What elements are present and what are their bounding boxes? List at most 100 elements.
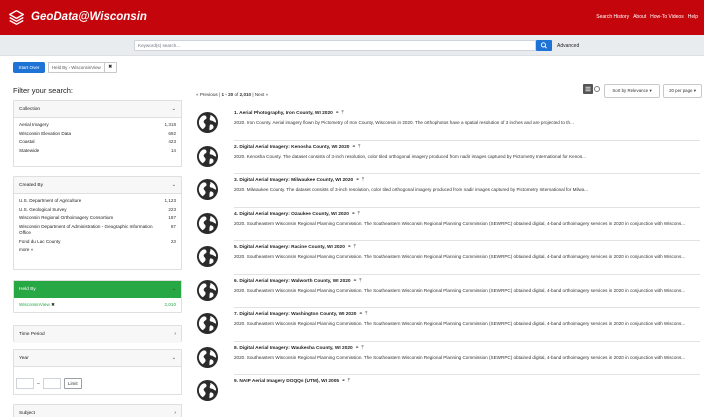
- globe-icon: [196, 178, 219, 201]
- result-title[interactable]: 4. Digital Aerial Imagery: Ozaukee Count…: [234, 212, 360, 218]
- facet-title: Year: [19, 356, 29, 361]
- facet-subject[interactable]: Subject ›: [13, 404, 182, 417]
- facet-header-time-period[interactable]: Time Period ›: [14, 326, 181, 343]
- facet-title: Subject: [19, 411, 35, 416]
- nav-search-history[interactable]: Search History: [596, 14, 629, 21]
- map-view-icon[interactable]: [594, 86, 600, 92]
- download-icon: ⤒: [360, 345, 364, 351]
- result-description: 2020. Iron County. Aerial imagery flown …: [234, 120, 574, 125]
- facet-header-subject[interactable]: Subject ›: [14, 405, 181, 417]
- nav-help[interactable]: Help: [688, 14, 698, 21]
- globe-icon: [196, 245, 219, 268]
- list-item: 1. Aerial Photography, Iron County, WI 2…: [196, 107, 704, 141]
- list-item: 7. Digital Aerial Imagery: Washington Co…: [196, 308, 704, 342]
- download-icon: ⤒: [340, 111, 344, 116]
- applied-constraints: Start Over Held By › WisconsinView ✖: [13, 62, 117, 73]
- facet-item-selected[interactable]: WisconsinView ✖ 2,010: [19, 302, 176, 311]
- remove-facet-icon[interactable]: ✖: [51, 302, 55, 307]
- globe-icon: [196, 312, 219, 335]
- result-description: 2020. Southeastern Wisconsin Regional Pl…: [234, 321, 686, 326]
- facet-title: Held By: [19, 287, 36, 292]
- download-icon: ⤒: [357, 278, 362, 284]
- public-icon: ⚭: [350, 144, 356, 150]
- public-icon: ⚭: [345, 245, 352, 250]
- more-link[interactable]: more »: [19, 247, 176, 255]
- result-title[interactable]: 6. Digital Aerial Imagery: Walworth Coun…: [234, 279, 361, 285]
- previous-link[interactable]: « Previous: [196, 92, 218, 97]
- list-item: 9. NAIP Aerial Imagery DOQQs (UTM), WI 2…: [196, 375, 704, 409]
- nav-how-to-videos[interactable]: How-To Videos: [650, 14, 684, 21]
- sidebar-title: Filter your search:: [13, 86, 74, 95]
- facet-header-created-by[interactable]: Created By ⌄: [14, 177, 181, 194]
- list-view-icon[interactable]: [583, 84, 593, 94]
- layers-icon[interactable]: [8, 9, 25, 26]
- year-end-input[interactable]: [42, 378, 61, 389]
- constraint-label[interactable]: Held By › WisconsinView: [49, 63, 105, 72]
- list-item: 2. Digital Aerial Imagery: Kenosha Count…: [196, 141, 704, 174]
- result-title[interactable]: 9. NAIP Aerial Imagery DOQQs (UTM), WI 2…: [234, 379, 350, 385]
- result-title[interactable]: 7. Digital Aerial Imagery: Washington Co…: [234, 312, 367, 318]
- facet-title: Collection: [19, 107, 41, 112]
- facet-year: Year ⌄ – Limit: [13, 349, 182, 395]
- facet-item[interactable]: Fond du Lac County 23: [19, 239, 176, 248]
- result-title[interactable]: 3. Digital Aerial Imagery: Milwaukee Cou…: [234, 178, 364, 184]
- public-icon: ⚭: [349, 211, 356, 217]
- result-description: 2020. Kenosha County. The dataset consis…: [234, 153, 586, 159]
- result-title[interactable]: 1. Aerial Photography, Iron County, WI 2…: [234, 111, 344, 117]
- next-link[interactable]: Next »: [255, 92, 268, 97]
- globe-icon: [196, 212, 219, 234]
- facet-item[interactable]: Wisconsin Regional Orthoimagery Consorti…: [19, 215, 176, 224]
- chevron-down-icon: ⌄: [171, 106, 176, 112]
- chevron-down-icon: ⌄: [171, 182, 176, 188]
- top-navbar: GeoData@Wisconsin Search History About H…: [0, 0, 704, 35]
- per-page-dropdown[interactable]: 20 per page ▾: [663, 84, 702, 98]
- public-icon: ⚭: [340, 379, 346, 384]
- facet-header-collection[interactable]: Collection ⌄: [14, 101, 181, 118]
- facet-header-held-by[interactable]: Held By ⌄: [14, 281, 181, 298]
- chevron-down-icon: ⌄: [171, 355, 176, 361]
- globe-icon: [196, 111, 219, 134]
- facet-item[interactable]: Aerial Imagery 1,318: [19, 122, 176, 131]
- facet-header-year[interactable]: Year ⌄: [14, 350, 181, 367]
- year-begin-input[interactable]: [16, 378, 34, 389]
- facet-item[interactable]: Wisconsin Elevation Data 692: [19, 131, 176, 140]
- result-title[interactable]: 2. Digital Aerial Imagery: Kenosha Count…: [234, 145, 360, 151]
- facet-item[interactable]: Statewide 14: [19, 148, 176, 157]
- constraint-pill: Held By › WisconsinView ✖: [48, 62, 117, 73]
- facet-time-period[interactable]: Time Period ›: [13, 325, 182, 343]
- list-item: 6. Digital Aerial Imagery: Walworth Coun…: [196, 275, 704, 308]
- search-input[interactable]: [134, 40, 536, 51]
- nav-about[interactable]: About: [633, 14, 646, 21]
- list-item: 3. Digital Aerial Imagery: Milwaukee Cou…: [196, 174, 704, 208]
- advanced-search-link[interactable]: Advanced: [557, 43, 579, 49]
- results-list: 1. Aerial Photography, Iron County, WI 2…: [196, 107, 704, 409]
- public-icon: ⚭: [351, 278, 357, 284]
- search-button[interactable]: [536, 40, 552, 51]
- download-icon: ⤒: [356, 144, 361, 150]
- chevron-right-icon: ›: [174, 331, 176, 337]
- remove-constraint-icon[interactable]: ✖: [105, 63, 116, 72]
- chevron-down-icon: ⌄: [171, 286, 176, 292]
- sort-dropdown[interactable]: Sort by Relevance ▾: [604, 84, 660, 98]
- globe-icon: [196, 145, 219, 167]
- download-icon: ⤒: [352, 245, 356, 250]
- start-over-button[interactable]: Start Over: [13, 62, 45, 73]
- facet-created-by: Created By ⌄ U.S. Department of Agricult…: [13, 176, 182, 270]
- result-title[interactable]: 8. Digital Aerial Imagery: Waukesha Coun…: [234, 346, 364, 352]
- chevron-right-icon: ›: [174, 410, 176, 416]
- globe-icon: [196, 279, 219, 301]
- result-description: 2020. Southeastern Wisconsin Regional Pl…: [234, 254, 686, 259]
- download-icon: ⤒: [346, 379, 350, 384]
- result-title[interactable]: 5. Digital Aerial Imagery: Racine County…: [234, 245, 356, 251]
- facet-item[interactable]: Wisconsin Department of Administration -…: [19, 224, 176, 239]
- search-bar: Advanced: [0, 35, 704, 56]
- facet-item[interactable]: U.S. Geological Survey 223: [19, 207, 176, 216]
- facet-title: Time Period: [19, 332, 45, 337]
- year-range: – Limit: [14, 367, 181, 395]
- facet-item[interactable]: Coastal 423: [19, 139, 176, 148]
- facet-item[interactable]: U.S. Department of Agriculture 1,123: [19, 198, 176, 207]
- site-title[interactable]: GeoData@Wisconsin: [31, 11, 147, 24]
- result-description: 2020. Southeastern Wisconsin Regional Pl…: [234, 354, 686, 360]
- limit-button[interactable]: Limit: [63, 378, 82, 389]
- public-icon: ⚭: [353, 345, 360, 351]
